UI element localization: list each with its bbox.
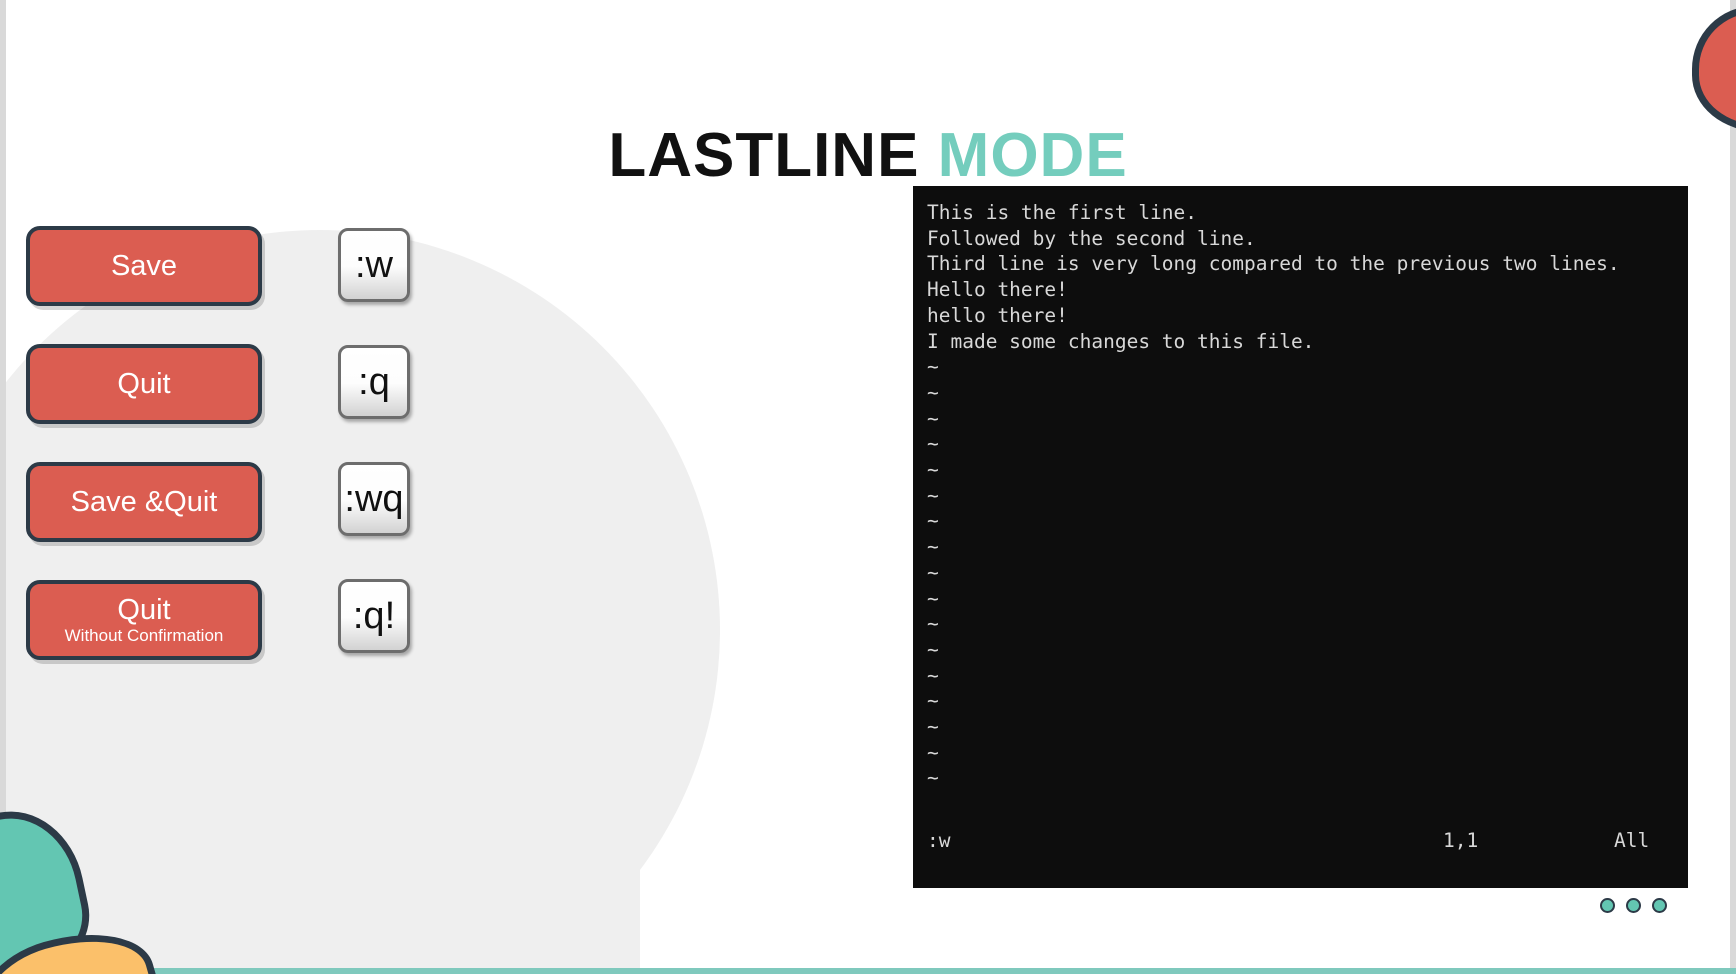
terminal-line: ~ [927,766,939,790]
pagination-dot[interactable] [1652,898,1667,913]
slide-canvas: LASTLINE MODE Save Quit Save &Quit Quit … [0,0,1736,974]
pagination-dots[interactable] [1600,898,1667,913]
terminal-line: I made some changes to this file. [927,329,1315,353]
terminal-line: ~ [927,458,939,482]
page-title: LASTLINE MODE [0,120,1736,191]
command-key-list: :w :q :wq :q! [338,228,418,696]
keycap-label: :w [355,243,393,286]
command-pill-sublabel: Without Confirmation [64,626,224,646]
terminal-line: ~ [927,483,939,507]
terminal-line: ~ [927,380,939,404]
terminal-line: ~ [927,432,939,456]
keycap-quit[interactable]: :q [338,345,410,419]
orange-leaf-shape [0,914,171,974]
red-blob-shape [1692,6,1736,132]
terminal-line: ~ [927,689,939,713]
command-pill-quit-without-confirmation[interactable]: Quit Without Confirmation [26,580,262,660]
pagination-dot[interactable] [1600,898,1615,913]
page-title-primary: LASTLINE [608,120,920,190]
terminal-line: ~ [927,740,939,764]
terminal-line: hello there! [927,303,1068,327]
command-pill-save[interactable]: Save [26,226,262,306]
terminal-line: ~ [927,355,939,379]
keycap-label: :q [358,360,390,403]
command-pill-label: Save &Quit [70,485,218,518]
status-command: :w [927,829,951,853]
command-pill-quit[interactable]: Quit [26,344,262,424]
terminal-line: ~ [927,612,939,636]
terminal-line: Third line is very long compared to the … [927,252,1620,276]
status-scroll-indicator: All [1614,829,1650,853]
command-pill-label: Save [110,249,178,282]
keycap-label: :q! [352,594,396,637]
keycap-write-quit[interactable]: :wq [338,462,410,536]
teal-leaf-shape [0,798,100,974]
terminal-line: ~ [927,535,939,559]
terminal-line: ~ [927,637,939,661]
command-pill-label: Quit [117,367,171,400]
vim-terminal-screenshot[interactable]: This is the first line. Followed by the s… [913,186,1688,888]
command-pill-label: Quit [117,593,171,626]
status-cursor-position: 1,1 [1443,829,1479,853]
terminal-line: This is the first line. [927,201,1198,224]
keycap-label: :wq [344,477,404,520]
terminal-line: Hello there! [927,278,1068,302]
command-label-list: Save Quit Save &Quit Quit Without Confir… [26,226,262,698]
terminal-line: Followed by the second line. [927,226,1256,250]
terminal-line: ~ [927,663,939,687]
bottom-edge-rail [0,968,1736,974]
terminal-text-buffer: This is the first line. Followed by the s… [927,200,1674,791]
terminal-line: ~ [927,509,939,533]
vim-status-line: :w 1,1 All [927,828,1674,854]
keycap-quit-force[interactable]: :q! [338,579,410,653]
terminal-line: ~ [927,586,939,610]
page-title-accent: MODE [937,120,1128,190]
terminal-line: ~ [927,406,939,430]
terminal-line: ~ [927,560,939,584]
pagination-dot[interactable] [1626,898,1641,913]
terminal-line: ~ [927,715,939,739]
command-pill-save-and-quit[interactable]: Save &Quit [26,462,262,542]
keycap-write[interactable]: :w [338,228,410,302]
